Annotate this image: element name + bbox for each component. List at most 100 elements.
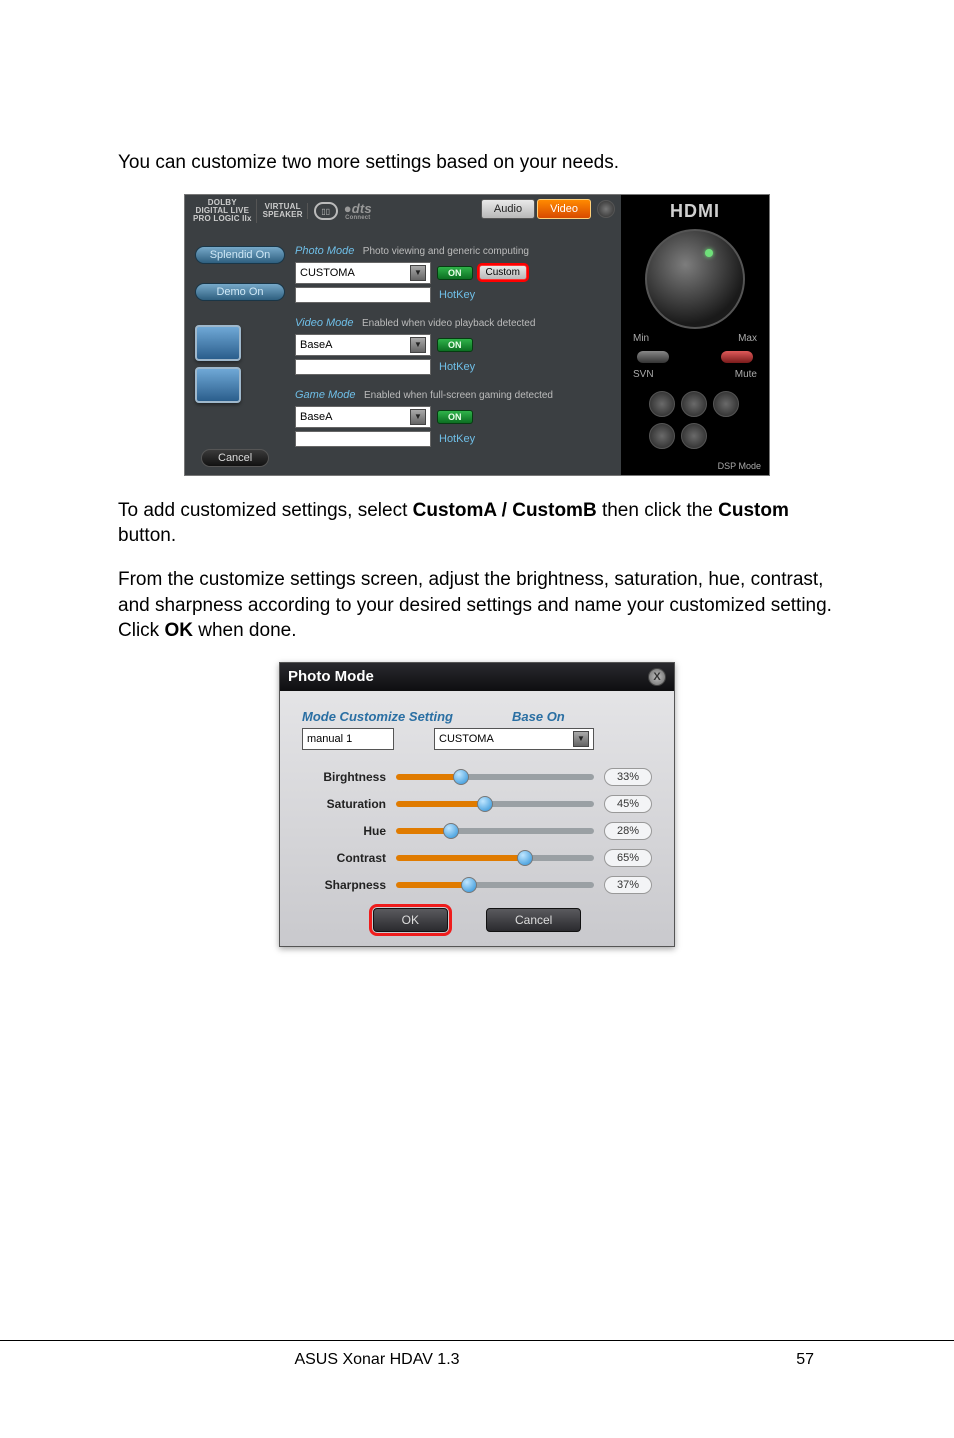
video-mode-desc: Enabled when video playback detected bbox=[362, 318, 535, 329]
slider-row: Sharpness 37% bbox=[302, 876, 652, 894]
tab-audio[interactable]: Audio bbox=[481, 199, 535, 219]
toggle-labels: SVN Mute bbox=[621, 369, 769, 380]
dsp-mode-icon[interactable] bbox=[713, 391, 739, 417]
slider-label: Sharpness bbox=[302, 878, 386, 892]
min-label: Min bbox=[633, 333, 649, 344]
tab-video[interactable]: Video bbox=[537, 199, 591, 219]
slider-track[interactable] bbox=[396, 882, 594, 888]
game-hotkey-input[interactable] bbox=[295, 431, 431, 447]
slider-row: Birghtness33% bbox=[302, 768, 652, 786]
photo-mode-desc: Photo viewing and generic computing bbox=[363, 246, 529, 257]
photo-custom-button[interactable]: Custom bbox=[479, 265, 527, 280]
volume-range-labels: Min Max bbox=[621, 333, 769, 344]
slider-row: Hue 28% bbox=[302, 822, 652, 840]
video-mode-title: Video Mode bbox=[295, 317, 354, 329]
close-icon[interactable]: X bbox=[648, 668, 666, 686]
dialog-title: Photo Mode bbox=[288, 668, 374, 685]
setting-name-input[interactable] bbox=[302, 728, 394, 750]
dsp-mode-icon[interactable] bbox=[649, 423, 675, 449]
footer-page-number: 57 bbox=[754, 1351, 814, 1369]
ok-button[interactable]: OK bbox=[373, 908, 448, 932]
dialog-titlebar: Photo Mode X bbox=[280, 663, 674, 691]
chevron-down-icon[interactable]: ▼ bbox=[410, 265, 426, 281]
slider-label: Birghtness bbox=[302, 770, 386, 784]
app-main-panel: DOLBY DIGITAL LIVE PRO LOGIC IIx VIRTUAL… bbox=[185, 195, 621, 475]
video-preset-value: BaseA bbox=[300, 339, 332, 351]
video-hotkey-label: HotKey bbox=[439, 361, 475, 373]
dialog-cancel-button[interactable]: Cancel bbox=[486, 908, 581, 932]
photo-hotkey-label: HotKey bbox=[439, 289, 475, 301]
slider-track[interactable] bbox=[396, 801, 594, 807]
splendid-toggle[interactable]: Splendid On bbox=[195, 246, 285, 264]
slider-value: 45% bbox=[604, 795, 652, 813]
game-mode-desc: Enabled when full-screen gaming detected bbox=[364, 390, 553, 401]
dsp-mode-icon[interactable] bbox=[649, 391, 675, 417]
left-column: Splendid On Demo On bbox=[195, 245, 291, 403]
chevron-down-icon[interactable]: ▼ bbox=[410, 409, 426, 425]
slider-row: Saturation 45% bbox=[302, 795, 652, 813]
slider-label: Contrast bbox=[302, 851, 386, 865]
app-window: DOLBY DIGITAL LIVE PRO LOGIC IIx VIRTUAL… bbox=[184, 194, 770, 476]
slider-thumb[interactable] bbox=[461, 877, 477, 893]
base-on-dropdown[interactable]: CUSTOMA ▼ bbox=[434, 728, 594, 750]
game-mode-title: Game Mode bbox=[295, 389, 356, 401]
video-preset-dropdown[interactable]: BaseA ▼ bbox=[295, 334, 431, 356]
volume-knob[interactable] bbox=[645, 229, 745, 329]
dsp-mode-label: DSP Mode bbox=[718, 461, 761, 471]
mode-customize-heading: Mode Customize Setting bbox=[302, 709, 462, 724]
mute-toggle[interactable] bbox=[721, 351, 753, 363]
demo-toggle[interactable]: Demo On bbox=[195, 283, 285, 301]
game-on-toggle[interactable]: ON bbox=[437, 410, 473, 424]
slider-label: Hue bbox=[302, 824, 386, 838]
dsp-mode-icon[interactable] bbox=[681, 391, 707, 417]
sliders-group: Birghtness33% Saturation 45% Hue 28% Contrast… bbox=[302, 768, 652, 894]
game-preset-value: BaseA bbox=[300, 411, 332, 423]
video-hotkey-input[interactable] bbox=[295, 359, 431, 375]
photo-thumb-icon[interactable] bbox=[195, 325, 241, 361]
slider-value: 28% bbox=[604, 822, 652, 840]
svn-toggle[interactable] bbox=[637, 351, 669, 363]
slider-thumb[interactable] bbox=[477, 796, 493, 812]
mute-label: Mute bbox=[735, 369, 757, 380]
slider-thumb[interactable] bbox=[453, 769, 469, 785]
dsp-mode-icon[interactable] bbox=[681, 423, 707, 449]
customize-dialog: Photo Mode X Mode Customize Setting Base… bbox=[279, 662, 675, 947]
photo-mode-section: Photo Mode Photo viewing and generic com… bbox=[295, 241, 613, 303]
hdmi-logo: HDMI bbox=[621, 201, 769, 222]
game-mode-section: Game Mode Enabled when full-screen gamin… bbox=[295, 385, 613, 447]
intro-text: You can customize two more settings base… bbox=[118, 150, 836, 176]
slider-label: Saturation bbox=[302, 797, 386, 811]
video-on-toggle[interactable]: ON bbox=[437, 338, 473, 352]
photo-on-toggle[interactable]: ON bbox=[437, 266, 473, 280]
paragraph-3: From the customize settings screen, adju… bbox=[118, 567, 836, 644]
tab-more-icon[interactable] bbox=[597, 200, 615, 218]
slider-value: 65% bbox=[604, 849, 652, 867]
chevron-down-icon[interactable]: ▼ bbox=[410, 337, 426, 353]
base-on-heading: Base On bbox=[512, 709, 565, 724]
slider-value: 37% bbox=[604, 876, 652, 894]
game-preset-dropdown[interactable]: BaseA ▼ bbox=[295, 406, 431, 428]
slider-track[interactable] bbox=[396, 855, 594, 861]
virtual-label2: SPEAKER bbox=[263, 211, 303, 219]
dolby-logo: DOLBY DIGITAL LIVE PRO LOGIC IIx bbox=[193, 199, 257, 223]
photo-hotkey-input[interactable] bbox=[295, 287, 431, 303]
dts-logo: ●dts Connect bbox=[344, 202, 372, 221]
slider-track[interactable] bbox=[396, 774, 594, 780]
max-label: Max bbox=[738, 333, 757, 344]
chevron-down-icon[interactable]: ▼ bbox=[573, 731, 589, 747]
cancel-button[interactable]: Cancel bbox=[201, 449, 269, 467]
slider-row: Contrast 65% bbox=[302, 849, 652, 867]
app-side-panel: HDMI Min Max SVN Mute DSP Mode bbox=[621, 195, 769, 475]
monitor-thumb-icon[interactable] bbox=[195, 367, 241, 403]
tab-bar: Audio Video bbox=[481, 199, 615, 219]
slider-thumb[interactable] bbox=[517, 850, 533, 866]
game-hotkey-label: HotKey bbox=[439, 433, 475, 445]
page-footer: ASUS Xonar HDAV 1.3 57 bbox=[0, 1340, 954, 1369]
dolby-box-icon: ▯▯ bbox=[314, 202, 338, 220]
photo-preset-dropdown[interactable]: CUSTOMA ▼ bbox=[295, 262, 431, 284]
video-mode-section: Video Mode Enabled when video playback d… bbox=[295, 313, 613, 375]
slider-track[interactable] bbox=[396, 828, 594, 834]
svn-label: SVN bbox=[633, 369, 654, 380]
dolby-sub2: PRO LOGIC IIx bbox=[193, 215, 252, 223]
slider-thumb[interactable] bbox=[443, 823, 459, 839]
